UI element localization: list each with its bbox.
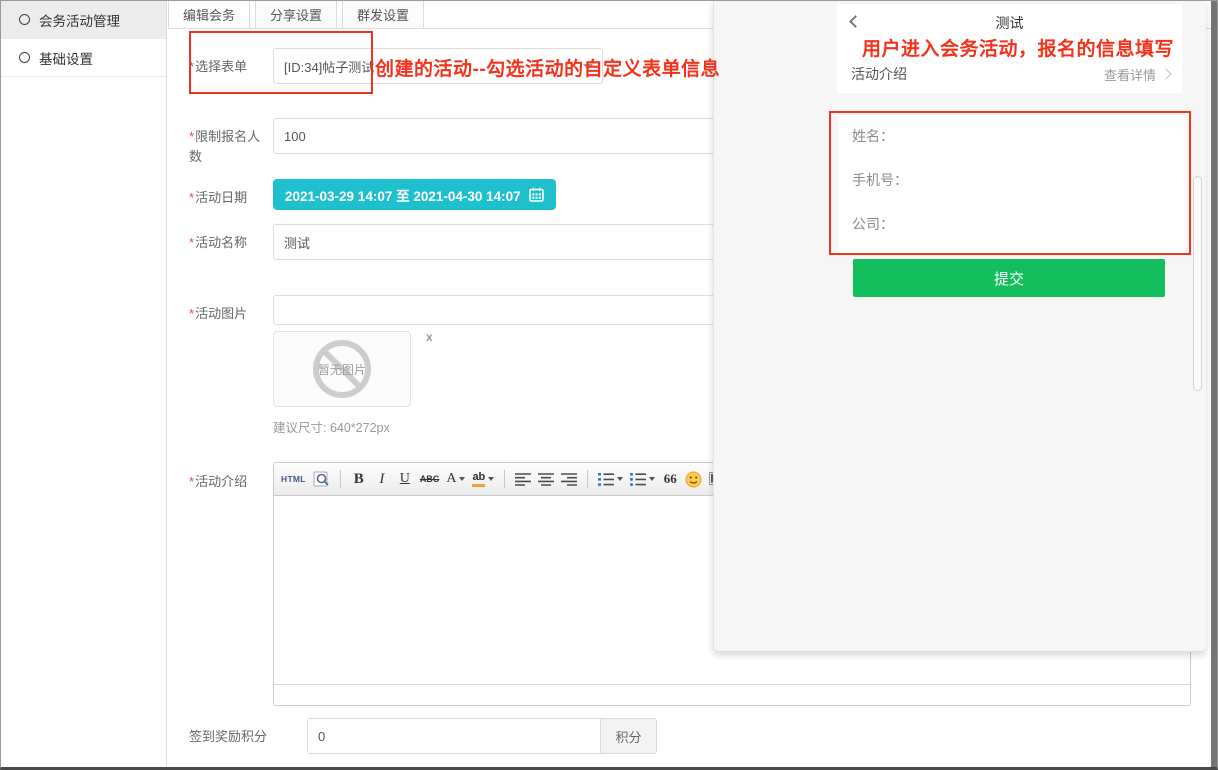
- panel-scrollbar-thumb[interactable]: [1193, 176, 1202, 391]
- preview-intro-label: 活动介绍: [851, 64, 907, 84]
- field-label-date: *活动日期: [189, 179, 273, 208]
- field-label-select-form: *选择表单: [189, 48, 273, 77]
- signup-form-card: 姓名： 手机号： 公司：: [838, 115, 1185, 253]
- chevron-right-icon: [1160, 68, 1171, 79]
- tab-edit-conference[interactable]: 编辑会务: [168, 1, 250, 28]
- signup-field-company[interactable]: 公司：: [852, 214, 1185, 258]
- circle-icon: [19, 52, 30, 63]
- bold-button[interactable]: B: [351, 468, 367, 490]
- bullet-list-button[interactable]: [630, 468, 655, 490]
- italic-button[interactable]: I: [374, 468, 390, 490]
- window-scrollbar[interactable]: [1211, 1, 1217, 767]
- app-window: 会务活动管理 基础设置 编辑会务 分享设置 群发设置 *选择表单 [ID:34]…: [0, 0, 1218, 770]
- field-label-image: *活动图片: [189, 295, 273, 324]
- chevron-down-icon: [649, 477, 655, 481]
- field-label-points: 签到奖励积分: [189, 718, 307, 747]
- chevron-down-icon: [488, 477, 494, 481]
- points-unit-addon: 积分: [601, 718, 657, 754]
- blockquote-button[interactable]: 66: [662, 468, 678, 490]
- tab-broadcast-settings[interactable]: 群发设置: [342, 1, 424, 28]
- sidebar-item-label: 会务活动管理: [39, 10, 120, 30]
- sidebar-item-label: 基础设置: [39, 48, 93, 68]
- ordered-list-button[interactable]: [598, 468, 623, 490]
- phone-preview: 测试 活动介绍 查看详情 姓名： 手机号： 公司： 提交: [837, 1, 1182, 93]
- preview-header-card: 测试 活动介绍 查看详情: [837, 4, 1182, 93]
- html-source-button[interactable]: HTML: [281, 468, 306, 490]
- toolbar-separator: [504, 470, 505, 488]
- no-image-label: 暂无图片: [318, 361, 366, 378]
- chevron-down-icon: [617, 477, 623, 481]
- emoji-button[interactable]: [685, 468, 702, 490]
- field-label-limit: *限制报名人数: [189, 118, 273, 166]
- toolbar-separator: [340, 470, 341, 488]
- highlight-button[interactable]: ab: [472, 468, 494, 490]
- align-center-icon[interactable]: [538, 468, 554, 490]
- selected-form-value: [ID:34]帖子测试: [284, 57, 374, 76]
- form-select-dropdown[interactable]: [ID:34]帖子测试: [273, 48, 603, 84]
- chevron-down-icon: [583, 64, 593, 70]
- view-details-link[interactable]: 查看详情: [1104, 65, 1170, 84]
- sidebar-item-conference-management[interactable]: 会务活动管理: [1, 1, 166, 39]
- points-input[interactable]: [307, 718, 601, 754]
- signup-field-name[interactable]: 姓名：: [852, 126, 1185, 170]
- date-range-button[interactable]: 2021-03-29 14:07 至 2021-04-30 14:07: [273, 179, 556, 210]
- mobile-preview-panel: 测试 活动介绍 查看详情 姓名： 手机号： 公司： 提交: [713, 1, 1206, 652]
- preview-magnifier-icon[interactable]: [313, 468, 330, 490]
- image-thumbnail[interactable]: 暂无图片 x: [273, 331, 411, 407]
- tab-share-settings[interactable]: 分享设置: [255, 1, 337, 28]
- underline-button[interactable]: U: [397, 468, 413, 490]
- preview-title: 测试: [837, 4, 1182, 33]
- align-right-icon[interactable]: [561, 468, 577, 490]
- align-left-icon[interactable]: [515, 468, 531, 490]
- sidebar-item-basic-settings[interactable]: 基础设置: [1, 39, 166, 77]
- remove-image-icon[interactable]: x: [426, 330, 433, 344]
- submit-button[interactable]: 提交: [853, 259, 1165, 297]
- editor-statusbar: [274, 684, 1190, 705]
- sidebar: 会务活动管理 基础设置: [1, 1, 167, 767]
- date-range-value: 2021-03-29 14:07 至 2021-04-30 14:07: [285, 185, 521, 205]
- chevron-down-icon: [459, 477, 465, 481]
- circle-icon: [19, 14, 30, 25]
- calendar-icon: [529, 187, 544, 202]
- font-color-button[interactable]: A: [446, 468, 465, 490]
- strikethrough-button[interactable]: ABC: [420, 468, 440, 490]
- field-label-name: *活动名称: [189, 224, 273, 253]
- field-label-intro: *活动介绍: [189, 436, 273, 492]
- signup-field-phone[interactable]: 手机号：: [852, 170, 1185, 214]
- toolbar-separator: [587, 470, 588, 488]
